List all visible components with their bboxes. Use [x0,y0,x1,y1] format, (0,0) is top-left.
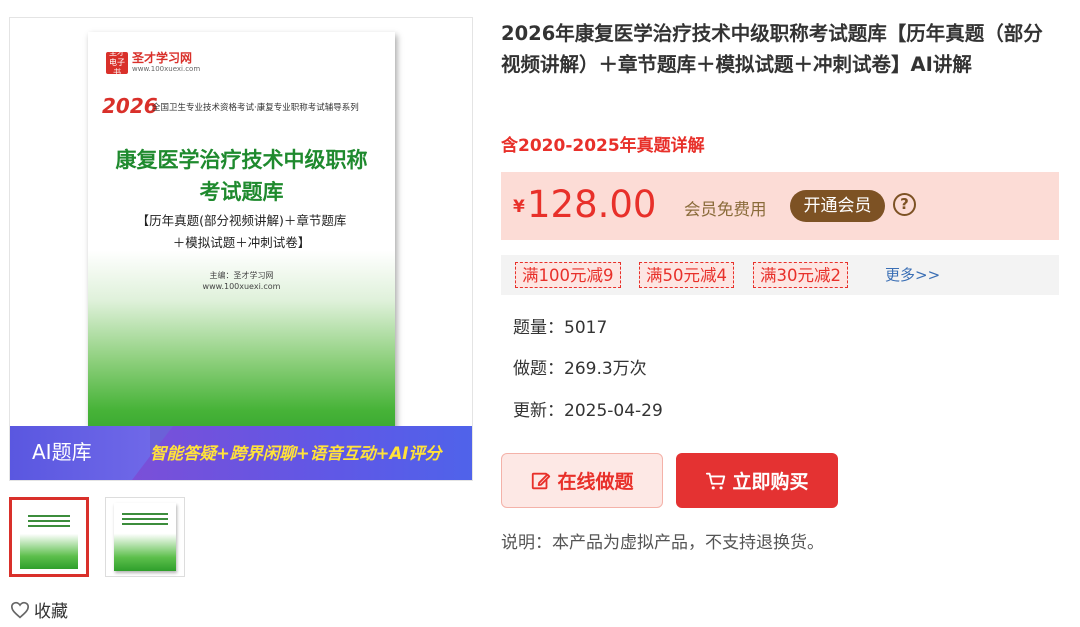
coupon-row: 满100元减9 满50元减4 满30元减2 更多>> [501,255,1059,295]
more-coupons-link[interactable]: 更多>> [885,264,940,285]
ai-banner: AI题库 智能答疑+跨界闲聊+语音互动+AI评分 [10,426,472,480]
cart-icon [706,472,726,489]
thumbnail-1[interactable] [9,497,89,577]
book-cover: 圣才 电子书 圣才学习网 www.100xuexi.com 2026 全国卫生专业… [88,32,395,452]
cover-subtitle-line: ＋模拟试题＋冲刺试卷】 [172,235,311,250]
stat-question-count: 题量：5017 [513,313,607,338]
ai-banner-label: AI题库 [32,440,92,464]
online-practice-label: 在线做题 [557,471,634,493]
product-title: 2026年康复医学治疗技术中级职称考试题库【历年真题（部分视频讲解）＋章节题库＋… [501,22,1043,76]
cover-year: 2026 [102,94,158,118]
price-box: ¥ 128.00 会员免费用 开通会员 ? [501,172,1059,240]
thumbnail-2[interactable] [105,497,185,577]
heart-icon [10,601,30,618]
publisher-logo-mark: 圣才 电子书 [106,48,128,77]
buy-now-button[interactable]: 立即购买 [676,453,838,508]
online-practice-button[interactable]: 在线做题 [501,453,663,508]
main-product-image[interactable]: 圣才 电子书 圣才学习网 www.100xuexi.com 2026 全国卫生专业… [9,17,473,481]
cover-title-line: 康复医学治疗技术中级职称 [115,148,368,172]
cover-series: 全国卫生专业技术资格考试·康复专业职称考试辅导系列 [152,103,359,113]
coupon-tag[interactable]: 满30元减2 [753,262,848,288]
cover-title-line: 考试题库 [199,180,284,204]
thumbnail-image [114,503,176,571]
publisher-name: 圣才学习网 [132,51,193,65]
coupon-tag[interactable]: 满50元减4 [639,262,734,288]
price-value: 128.00 [527,183,657,226]
price-currency: ¥ [513,197,525,217]
stat-value: 269.3万次 [564,359,647,379]
ai-banner-slogan: 智能答疑+跨界闲聊+语音互动+AI评分 [150,444,442,463]
help-icon[interactable]: ? [893,193,916,216]
thumbnail-image [20,505,78,569]
stat-label: 题量： [513,318,564,338]
product-note: 说明：本产品为虚拟产品，不支持退换货。 [501,533,824,553]
stat-practice-count: 做题：269.3万次 [513,354,647,379]
favorite-button[interactable]: 收藏 [10,597,68,622]
cover-editor-url: www.100xuexi.com [202,282,281,291]
member-free-text: 会员免费用 [684,200,767,219]
edit-icon [532,472,551,489]
product-subtitle: 含2020-2025年真题详解 [501,136,705,156]
buy-now-label: 立即购买 [732,471,809,493]
publisher-logo: 圣才 电子书 圣才学习网 www.100xuexi.com [106,48,201,77]
stat-label: 做题： [513,359,564,379]
cover-title: 康复医学治疗技术中级职称 考试题库 [88,144,395,208]
stat-value: 2025-04-29 [564,401,663,421]
cover-editor-name: 主编：圣才学习网 [209,271,274,280]
publisher-url: www.100xuexi.com [132,65,201,73]
stat-label: 更新： [513,401,564,421]
coupon-tag[interactable]: 满100元减9 [515,262,621,288]
favorite-label: 收藏 [34,602,68,622]
cover-subtitle-line: 【历年真题(部分视频讲解)＋章节题库 [136,213,347,228]
stat-value: 5017 [564,318,608,338]
cover-editor: 主编：圣才学习网 www.100xuexi.com [88,270,395,292]
cover-subtitle: 【历年真题(部分视频讲解)＋章节题库 ＋模拟试题＋冲刺试卷】 [88,210,395,254]
open-membership-button[interactable]: 开通会员 [790,190,885,222]
stat-update-date: 更新：2025-04-29 [513,396,663,421]
